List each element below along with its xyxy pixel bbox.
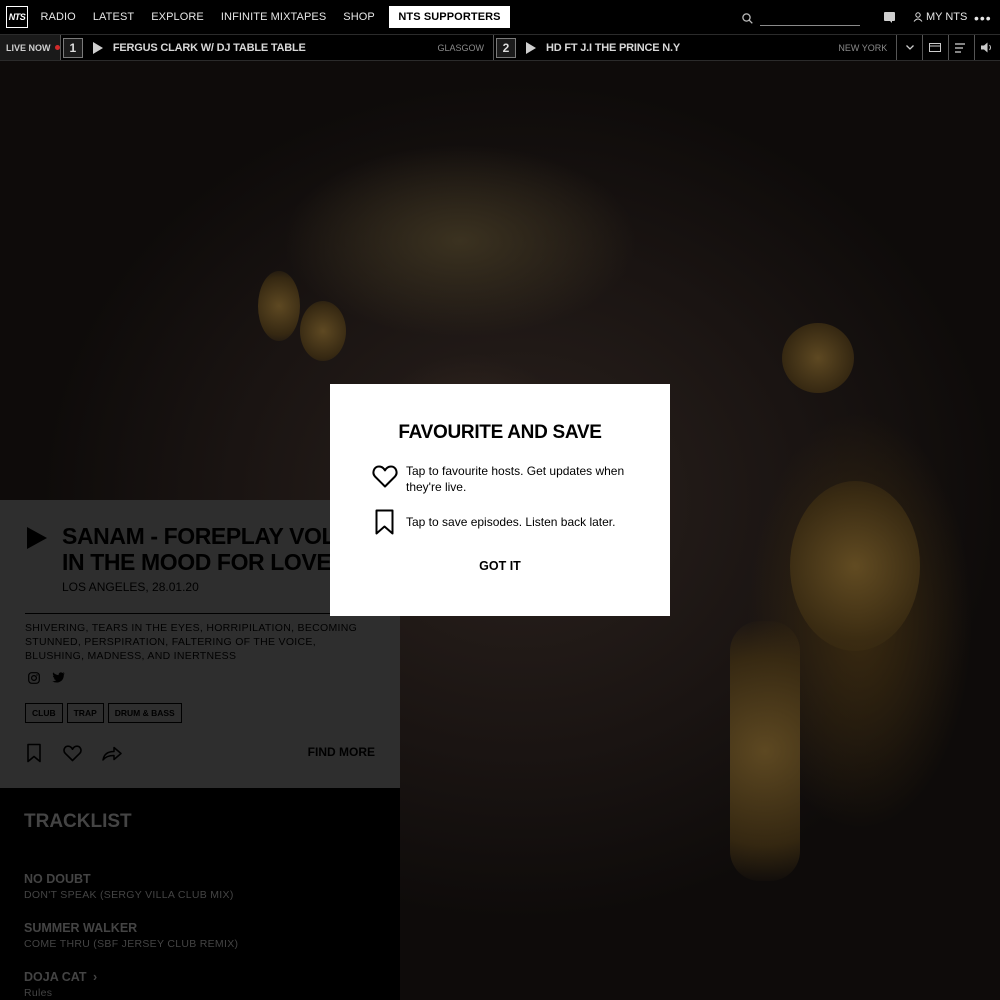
bookmark-icon (375, 509, 394, 535)
modal-title: FAVOURITE AND SAVE (398, 422, 602, 443)
heart-icon (372, 465, 398, 488)
favourite-save-modal: FAVOURITE AND SAVE Tap to favourite host… (330, 384, 670, 616)
got-it-button[interactable]: GOT IT (330, 559, 670, 573)
modal-save-text: Tap to save episodes. Listen back later. (406, 515, 616, 529)
modal-favourite-row: Tap to favourite hosts. Get updates when… (372, 463, 642, 495)
modal-save-row: Tap to save episodes. Listen back later. (372, 509, 642, 535)
modal-favourite-text: Tap to favourite hosts. Get updates when… (406, 464, 625, 494)
